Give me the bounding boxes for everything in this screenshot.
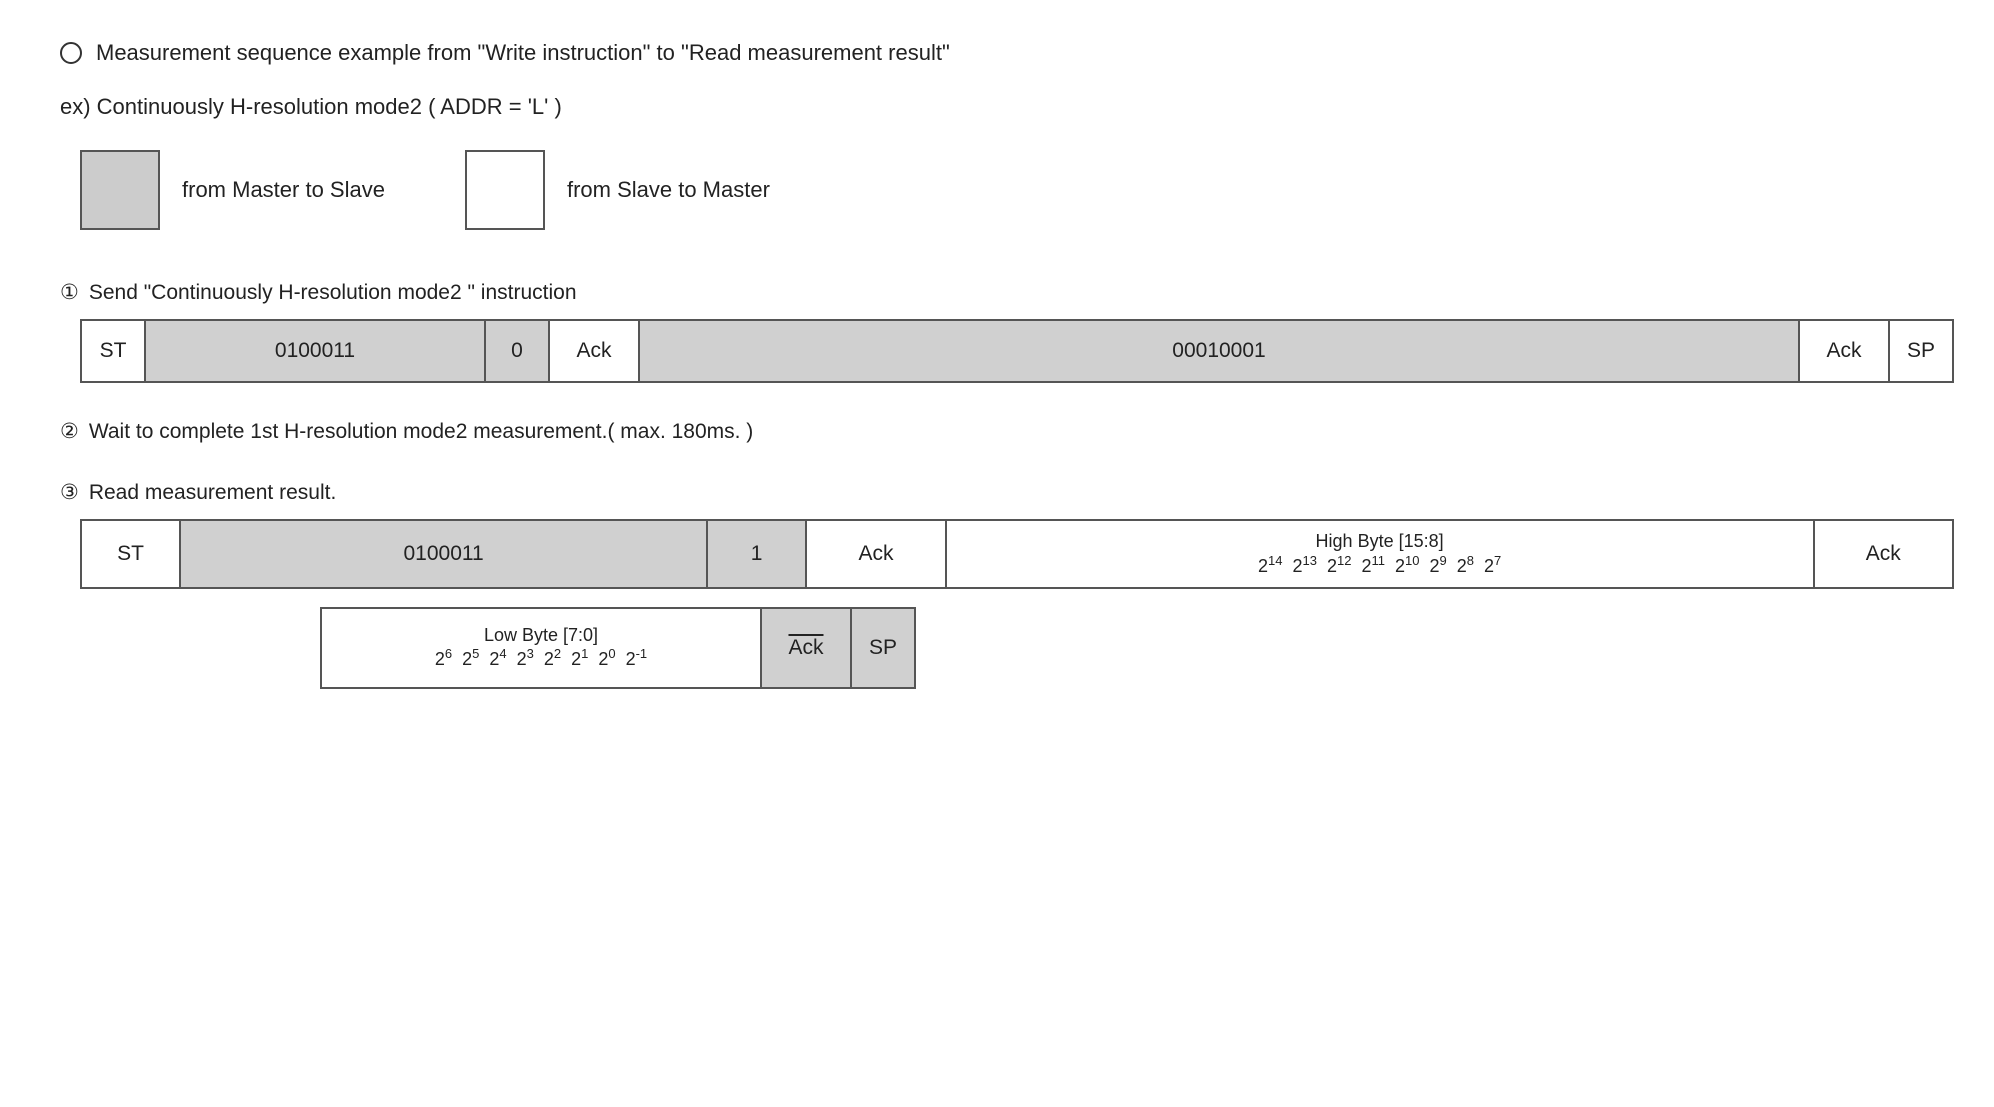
step3: ③ Read measurement result. ST 0100011 1 … [60, 480, 1934, 689]
step3-addr: 0100011 [404, 542, 484, 565]
step2-header: ② Wait to complete 1st H-resolution mode… [60, 419, 1934, 444]
step1-label: Send "Continuously H-resolution mode2 " … [89, 281, 577, 305]
lowbyte-table: Low Byte [7:0] 26 25 24 23 22 21 20 2-1 … [320, 607, 916, 689]
step1-st: ST [100, 339, 127, 362]
step1-rw-cell: 0 [485, 320, 549, 382]
ex-line: ex) Continuously H-resolution mode2 ( AD… [60, 94, 1934, 120]
ex-line-text: ex) Continuously H-resolution mode2 ( AD… [60, 94, 562, 119]
step3-highbyte-header: High Byte [15:8] [953, 531, 1807, 553]
step1-ack1-cell: Ack [549, 320, 639, 382]
lowbyte-wrapper: Low Byte [7:0] 26 25 24 23 22 21 20 2-1 … [320, 607, 1934, 689]
lowbyte-sp-cell: SP [851, 608, 915, 688]
step3-addr-cell: 0100011 [180, 520, 707, 588]
step1: ① Send "Continuously H-resolution mode2 … [60, 280, 1934, 383]
step3-label: Read measurement result. [89, 481, 336, 505]
step1-ack2: Ack [1826, 339, 1861, 362]
legend-slave-to-master: from Slave to Master [465, 150, 770, 230]
step3-highbyte-cell: High Byte [15:8] 214 213 212 211 210 29 … [946, 520, 1814, 588]
lowbyte-bits: 26 25 24 23 22 21 20 2-1 [332, 646, 750, 670]
step3-ack2-cell: Ack [1814, 520, 1954, 588]
step3-ack1: Ack [858, 542, 893, 565]
step1-table: ST 0100011 0 Ack 00010001 Ack SP [80, 319, 1954, 383]
step3-highbyte-bits: 214 213 212 211 210 29 28 27 [953, 553, 1807, 577]
step1-num: ① [60, 280, 79, 305]
legend-filled-box [80, 150, 160, 230]
circle-icon [60, 42, 82, 64]
step3-ack1-cell: Ack [806, 520, 945, 588]
lowbyte-sp: SP [869, 636, 897, 659]
step3-ack2: Ack [1866, 542, 1901, 565]
lowbyte-ack-cell: Ack [761, 608, 851, 688]
step1-addr: 0100011 [275, 339, 355, 362]
step1-st-cell: ST [81, 320, 145, 382]
legend-empty-box [465, 150, 545, 230]
lowbyte-header: Low Byte [7:0] [332, 625, 750, 647]
step2: ② Wait to complete 1st H-resolution mode… [60, 419, 1934, 444]
lowbyte-ack: Ack [788, 636, 823, 659]
step3-st-cell: ST [81, 520, 180, 588]
legend-master-to-slave: from Master to Slave [80, 150, 385, 230]
legend-filled-label: from Master to Slave [182, 177, 385, 203]
step2-label: Wait to complete 1st H-resolution mode2 … [89, 420, 753, 444]
step1-data: 00010001 [1172, 339, 1265, 362]
step1-rw: 0 [511, 339, 523, 362]
step1-ack1: Ack [576, 339, 611, 362]
step1-header: ① Send "Continuously H-resolution mode2 … [60, 280, 1934, 305]
step1-sp-cell: SP [1889, 320, 1953, 382]
step1-addr-cell: 0100011 [145, 320, 485, 382]
legend: from Master to Slave from Slave to Maste… [80, 150, 1934, 230]
step3-rw: 1 [751, 542, 763, 565]
step3-st: ST [117, 542, 144, 565]
step1-sp: SP [1907, 339, 1935, 362]
step2-num: ② [60, 419, 79, 444]
step3-header: ③ Read measurement result. [60, 480, 1934, 505]
step1-data-cell: 00010001 [639, 320, 1799, 382]
step1-ack2-cell: Ack [1799, 320, 1889, 382]
lowbyte-data-cell: Low Byte [7:0] 26 25 24 23 22 21 20 2-1 [321, 608, 761, 688]
step3-table: ST 0100011 1 Ack High Byte [15:8] 214 21… [80, 519, 1954, 589]
section-title: Measurement sequence example from "Write… [60, 40, 1934, 66]
step3-num: ③ [60, 480, 79, 505]
section-title-text: Measurement sequence example from "Write… [96, 40, 950, 66]
step3-rw-cell: 1 [707, 520, 806, 588]
legend-empty-label: from Slave to Master [567, 177, 770, 203]
